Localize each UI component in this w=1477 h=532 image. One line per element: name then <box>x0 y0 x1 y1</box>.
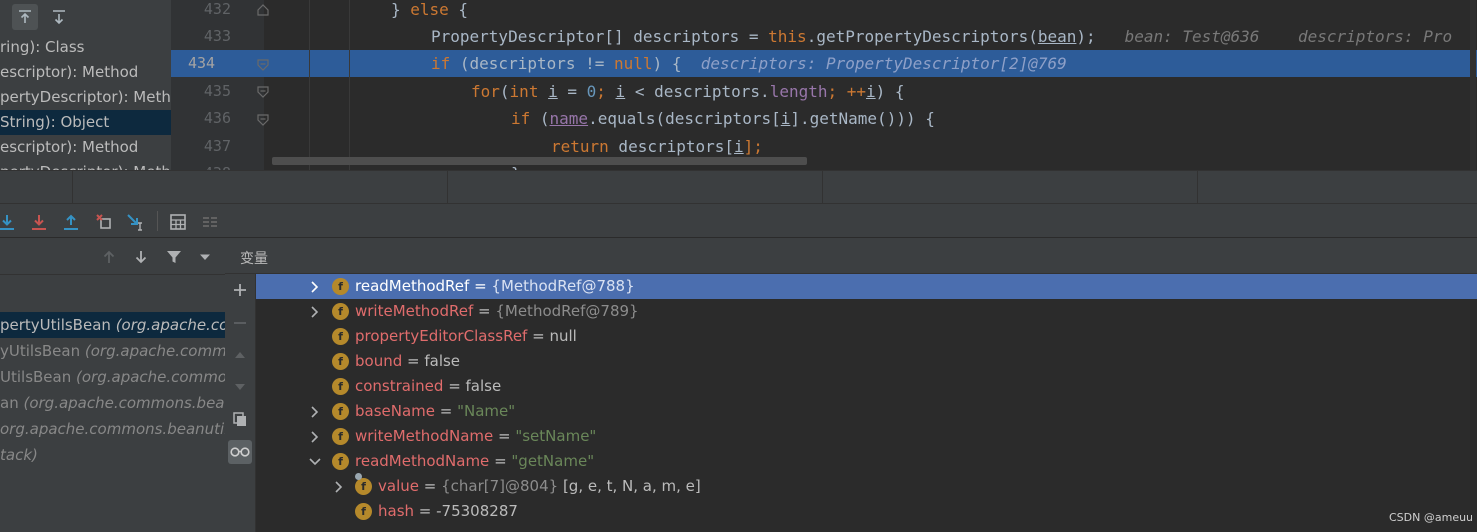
final-marker-icon <box>355 473 362 480</box>
debugger-tab-row <box>0 170 1477 205</box>
structure-item[interactable]: pertyDescriptor): Method <box>0 85 171 110</box>
frame-row[interactable]: an (org.apache.commons.bean <box>0 390 225 416</box>
arrow-down-icon[interactable] <box>130 246 152 268</box>
variable-row[interactable]: f propertyEditorClassRef = null <box>256 324 1477 349</box>
variable-row-child[interactable]: f value = {char[7]@804} [g, e, t, N, a, … <box>256 473 1477 499</box>
vertical-scrollbar[interactable] <box>1470 0 1476 170</box>
move-down-icon[interactable] <box>228 375 252 399</box>
code-line-432: } else { <box>391 0 469 19</box>
field-icon: f <box>332 428 349 445</box>
add-watch-icon[interactable] <box>228 278 252 302</box>
line-number: 437 <box>203 137 231 155</box>
glasses-icon[interactable] <box>228 440 252 464</box>
field-icon: f <box>332 453 349 470</box>
structure-item[interactable]: escriptor): Method <box>0 60 171 85</box>
line-number: 432 <box>203 0 231 18</box>
frame-row-selected[interactable]: pertyUtilsBean (org.apache.comm <box>0 312 225 338</box>
field-icon: f <box>355 503 372 520</box>
structure-toolbar <box>0 0 171 34</box>
arrow-up-icon[interactable] <box>98 246 120 268</box>
variables-header: 变量 <box>225 238 1477 274</box>
field-icon: f <box>332 328 349 345</box>
field-icon: f <box>332 278 349 295</box>
run-to-cursor-icon[interactable] <box>125 211 147 233</box>
inline-value-hint: bean: Test@636 <box>1124 27 1260 46</box>
chevron-right-icon[interactable] <box>308 399 322 424</box>
variables-title: 变量 <box>240 251 268 267</box>
variable-row-child[interactable]: f hash = -75308287 <box>256 499 1477 524</box>
structure-item[interactable]: ring): Class <box>0 35 171 60</box>
field-icon: f <box>332 353 349 370</box>
chevron-right-icon[interactable] <box>308 299 322 324</box>
frame-row[interactable]: yUtilsBean (org.apache.commo <box>0 338 225 364</box>
move-up-icon[interactable] <box>228 343 252 367</box>
fold-marker-icon[interactable] <box>256 113 270 127</box>
frames-header <box>0 238 225 275</box>
line-number: 433 <box>203 27 231 45</box>
trace-stream-icon[interactable] <box>199 211 221 233</box>
step-into-icon[interactable] <box>0 211 18 233</box>
variable-row-selected[interactable]: f readMethodRef = {MethodRef@788} <box>256 274 1477 299</box>
sort-down-icon[interactable] <box>46 4 72 30</box>
code-line-437: return descriptors[i]; <box>551 137 763 156</box>
structure-item[interactable]: pertyDescriptor): Meth <box>0 160 171 170</box>
inline-value-hint: descriptors: Pro <box>1297 27 1453 46</box>
horizontal-scrollbar[interactable] <box>272 157 807 165</box>
evaluate-expression-icon[interactable] <box>167 211 189 233</box>
variable-row[interactable]: f baseName = "Name" <box>256 399 1477 424</box>
variable-row[interactable]: f constrained = false <box>256 374 1477 399</box>
field-icon: f <box>332 403 349 420</box>
force-step-into-icon[interactable] <box>28 211 50 233</box>
chevron-down-icon[interactable] <box>194 246 216 268</box>
sort-up-icon[interactable] <box>12 4 38 30</box>
chevron-right-icon[interactable] <box>308 424 322 449</box>
variable-row[interactable]: f writeMethodRef = {MethodRef@789} <box>256 299 1477 324</box>
code-line-435: for(int i = 0; i < descriptors.length; +… <box>471 82 905 101</box>
fold-marker-icon[interactable] <box>256 58 270 72</box>
chevron-down-icon[interactable] <box>308 449 322 474</box>
field-icon: f <box>332 378 349 395</box>
frame-row[interactable]: org.apache.commons.beanutils) <box>0 416 225 442</box>
code-editor[interactable]: } else { PropertyDescriptor[] descriptor… <box>264 0 1477 170</box>
step-out-icon[interactable] <box>60 211 82 233</box>
line-number: 436 <box>203 109 231 127</box>
copy-icon[interactable] <box>228 407 252 431</box>
line-number-current: 434 <box>171 50 264 77</box>
watermark: CSDN @ameuu <box>1389 511 1474 524</box>
inline-value-hint: descriptors: PropertyDescriptor[2]@769 <box>700 54 1067 73</box>
variable-row[interactable]: f bound = false <box>256 349 1477 374</box>
frames-panel: pertyUtilsBean (org.apache.comm yUtilsBe… <box>0 238 225 532</box>
remove-watch-icon[interactable] <box>228 311 252 335</box>
indent-guide <box>309 0 310 170</box>
variables-side-toolbar <box>225 274 256 532</box>
field-icon: f <box>355 478 372 495</box>
fold-marker-icon[interactable] <box>256 3 270 17</box>
code-line-434-current: if (descriptors != null) { descriptors: … <box>264 50 1477 77</box>
drop-frame-icon[interactable] <box>93 211 115 233</box>
frame-row[interactable]: tack) <box>0 442 225 468</box>
indent-guide <box>349 0 350 170</box>
structure-panel: ring): Class escriptor): Method pertyDes… <box>0 0 171 170</box>
code-line-433: PropertyDescriptor[] descriptors = this.… <box>431 27 1453 46</box>
filter-icon[interactable] <box>163 246 185 268</box>
chevron-right-icon[interactable] <box>308 274 322 299</box>
line-number: 435 <box>203 82 231 100</box>
structure-item-selected[interactable]: String): Object <box>0 110 171 135</box>
variable-row-expanded[interactable]: f readMethodName = "getName" <box>256 449 1477 474</box>
variable-row[interactable]: f writeMethodName = "setName" <box>256 424 1477 449</box>
debugger-toolbar <box>0 204 1477 238</box>
variables-tree[interactable]: f readMethodRef = {MethodRef@788} f writ… <box>256 274 1477 532</box>
fold-marker-icon[interactable] <box>256 85 270 99</box>
chevron-right-icon[interactable] <box>332 474 346 499</box>
field-icon: f <box>332 303 349 320</box>
structure-item[interactable]: escriptor): Method <box>0 135 171 160</box>
frame-row[interactable]: UtilsBean (org.apache.commo <box>0 364 225 390</box>
toolbar-separator <box>157 211 158 231</box>
code-line-436: if (name.equals(descriptors[i].getName()… <box>511 109 935 128</box>
